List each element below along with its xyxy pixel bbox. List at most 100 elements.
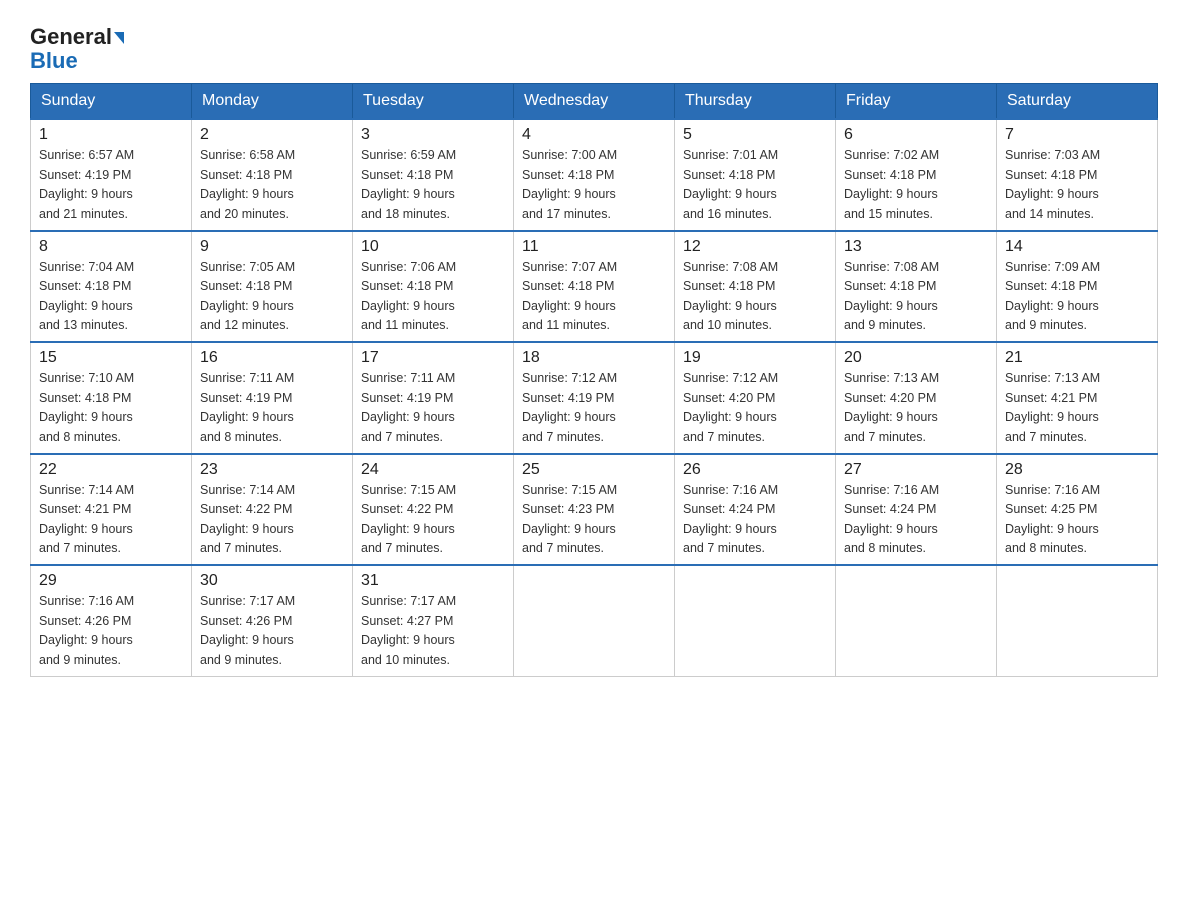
calendar-cell: 24 Sunrise: 7:15 AM Sunset: 4:22 PM Dayl… (353, 454, 514, 566)
day-number: 15 (39, 349, 183, 367)
day-info: Sunrise: 7:08 AM Sunset: 4:18 PM Dayligh… (844, 258, 988, 336)
day-number: 2 (200, 126, 344, 144)
calendar-cell: 19 Sunrise: 7:12 AM Sunset: 4:20 PM Dayl… (675, 342, 836, 454)
week-row-5: 29 Sunrise: 7:16 AM Sunset: 4:26 PM Dayl… (31, 565, 1158, 676)
day-info: Sunrise: 7:08 AM Sunset: 4:18 PM Dayligh… (683, 258, 827, 336)
week-row-3: 15 Sunrise: 7:10 AM Sunset: 4:18 PM Dayl… (31, 342, 1158, 454)
day-info: Sunrise: 7:16 AM Sunset: 4:26 PM Dayligh… (39, 592, 183, 670)
day-info: Sunrise: 7:15 AM Sunset: 4:22 PM Dayligh… (361, 481, 505, 559)
calendar-cell: 12 Sunrise: 7:08 AM Sunset: 4:18 PM Dayl… (675, 231, 836, 343)
calendar-cell: 11 Sunrise: 7:07 AM Sunset: 4:18 PM Dayl… (514, 231, 675, 343)
logo-general: General (30, 24, 112, 49)
calendar-cell (836, 565, 997, 676)
calendar-cell: 8 Sunrise: 7:04 AM Sunset: 4:18 PM Dayli… (31, 231, 192, 343)
week-row-2: 8 Sunrise: 7:04 AM Sunset: 4:18 PM Dayli… (31, 231, 1158, 343)
day-info: Sunrise: 7:14 AM Sunset: 4:22 PM Dayligh… (200, 481, 344, 559)
day-number: 31 (361, 572, 505, 590)
calendar-cell: 5 Sunrise: 7:01 AM Sunset: 4:18 PM Dayli… (675, 119, 836, 231)
day-info: Sunrise: 6:57 AM Sunset: 4:19 PM Dayligh… (39, 146, 183, 224)
calendar-cell (675, 565, 836, 676)
day-number: 5 (683, 126, 827, 144)
calendar-cell: 9 Sunrise: 7:05 AM Sunset: 4:18 PM Dayli… (192, 231, 353, 343)
day-info: Sunrise: 7:11 AM Sunset: 4:19 PM Dayligh… (361, 369, 505, 447)
calendar-cell: 13 Sunrise: 7:08 AM Sunset: 4:18 PM Dayl… (836, 231, 997, 343)
calendar-header-sunday: Sunday (31, 84, 192, 120)
day-info: Sunrise: 6:58 AM Sunset: 4:18 PM Dayligh… (200, 146, 344, 224)
calendar-cell: 18 Sunrise: 7:12 AM Sunset: 4:19 PM Dayl… (514, 342, 675, 454)
day-number: 7 (1005, 126, 1149, 144)
calendar-cell: 6 Sunrise: 7:02 AM Sunset: 4:18 PM Dayli… (836, 119, 997, 231)
day-info: Sunrise: 7:06 AM Sunset: 4:18 PM Dayligh… (361, 258, 505, 336)
calendar-cell: 28 Sunrise: 7:16 AM Sunset: 4:25 PM Dayl… (997, 454, 1158, 566)
day-number: 16 (200, 349, 344, 367)
calendar-cell: 15 Sunrise: 7:10 AM Sunset: 4:18 PM Dayl… (31, 342, 192, 454)
day-number: 14 (1005, 238, 1149, 256)
day-number: 26 (683, 461, 827, 479)
calendar-header-wednesday: Wednesday (514, 84, 675, 120)
day-number: 10 (361, 238, 505, 256)
day-number: 3 (361, 126, 505, 144)
day-number: 17 (361, 349, 505, 367)
day-number: 27 (844, 461, 988, 479)
calendar-cell: 4 Sunrise: 7:00 AM Sunset: 4:18 PM Dayli… (514, 119, 675, 231)
calendar-header-friday: Friday (836, 84, 997, 120)
day-number: 12 (683, 238, 827, 256)
day-number: 8 (39, 238, 183, 256)
day-info: Sunrise: 7:14 AM Sunset: 4:21 PM Dayligh… (39, 481, 183, 559)
calendar-header-monday: Monday (192, 84, 353, 120)
day-info: Sunrise: 6:59 AM Sunset: 4:18 PM Dayligh… (361, 146, 505, 224)
calendar-cell: 14 Sunrise: 7:09 AM Sunset: 4:18 PM Dayl… (997, 231, 1158, 343)
day-info: Sunrise: 7:17 AM Sunset: 4:27 PM Dayligh… (361, 592, 505, 670)
calendar-header-thursday: Thursday (675, 84, 836, 120)
day-number: 25 (522, 461, 666, 479)
day-info: Sunrise: 7:02 AM Sunset: 4:18 PM Dayligh… (844, 146, 988, 224)
day-info: Sunrise: 7:10 AM Sunset: 4:18 PM Dayligh… (39, 369, 183, 447)
week-row-1: 1 Sunrise: 6:57 AM Sunset: 4:19 PM Dayli… (31, 119, 1158, 231)
day-info: Sunrise: 7:13 AM Sunset: 4:21 PM Dayligh… (1005, 369, 1149, 447)
day-info: Sunrise: 7:04 AM Sunset: 4:18 PM Dayligh… (39, 258, 183, 336)
day-info: Sunrise: 7:13 AM Sunset: 4:20 PM Dayligh… (844, 369, 988, 447)
day-info: Sunrise: 7:05 AM Sunset: 4:18 PM Dayligh… (200, 258, 344, 336)
day-info: Sunrise: 7:17 AM Sunset: 4:26 PM Dayligh… (200, 592, 344, 670)
day-number: 13 (844, 238, 988, 256)
day-number: 18 (522, 349, 666, 367)
day-number: 24 (361, 461, 505, 479)
calendar-cell: 17 Sunrise: 7:11 AM Sunset: 4:19 PM Dayl… (353, 342, 514, 454)
calendar-table: SundayMondayTuesdayWednesdayThursdayFrid… (30, 83, 1158, 677)
day-number: 1 (39, 126, 183, 144)
day-number: 4 (522, 126, 666, 144)
calendar-cell (514, 565, 675, 676)
calendar-cell: 27 Sunrise: 7:16 AM Sunset: 4:24 PM Dayl… (836, 454, 997, 566)
day-number: 22 (39, 461, 183, 479)
day-number: 20 (844, 349, 988, 367)
day-info: Sunrise: 7:16 AM Sunset: 4:25 PM Dayligh… (1005, 481, 1149, 559)
day-info: Sunrise: 7:00 AM Sunset: 4:18 PM Dayligh… (522, 146, 666, 224)
calendar-cell: 31 Sunrise: 7:17 AM Sunset: 4:27 PM Dayl… (353, 565, 514, 676)
calendar-cell: 7 Sunrise: 7:03 AM Sunset: 4:18 PM Dayli… (997, 119, 1158, 231)
day-info: Sunrise: 7:03 AM Sunset: 4:18 PM Dayligh… (1005, 146, 1149, 224)
day-number: 23 (200, 461, 344, 479)
calendar-cell: 22 Sunrise: 7:14 AM Sunset: 4:21 PM Dayl… (31, 454, 192, 566)
week-row-4: 22 Sunrise: 7:14 AM Sunset: 4:21 PM Dayl… (31, 454, 1158, 566)
calendar-cell (997, 565, 1158, 676)
calendar-cell: 23 Sunrise: 7:14 AM Sunset: 4:22 PM Dayl… (192, 454, 353, 566)
day-number: 30 (200, 572, 344, 590)
day-number: 21 (1005, 349, 1149, 367)
day-number: 19 (683, 349, 827, 367)
logo-blue: Blue (30, 48, 78, 73)
day-number: 6 (844, 126, 988, 144)
calendar-header-tuesday: Tuesday (353, 84, 514, 120)
calendar-header-row: SundayMondayTuesdayWednesdayThursdayFrid… (31, 84, 1158, 120)
calendar-cell: 2 Sunrise: 6:58 AM Sunset: 4:18 PM Dayli… (192, 119, 353, 231)
day-number: 9 (200, 238, 344, 256)
calendar-cell: 16 Sunrise: 7:11 AM Sunset: 4:19 PM Dayl… (192, 342, 353, 454)
day-number: 29 (39, 572, 183, 590)
day-number: 28 (1005, 461, 1149, 479)
logo: General Blue (30, 20, 124, 73)
day-info: Sunrise: 7:15 AM Sunset: 4:23 PM Dayligh… (522, 481, 666, 559)
day-info: Sunrise: 7:09 AM Sunset: 4:18 PM Dayligh… (1005, 258, 1149, 336)
logo-arrow-icon (114, 32, 124, 44)
day-info: Sunrise: 7:12 AM Sunset: 4:20 PM Dayligh… (683, 369, 827, 447)
calendar-cell: 1 Sunrise: 6:57 AM Sunset: 4:19 PM Dayli… (31, 119, 192, 231)
calendar-cell: 20 Sunrise: 7:13 AM Sunset: 4:20 PM Dayl… (836, 342, 997, 454)
